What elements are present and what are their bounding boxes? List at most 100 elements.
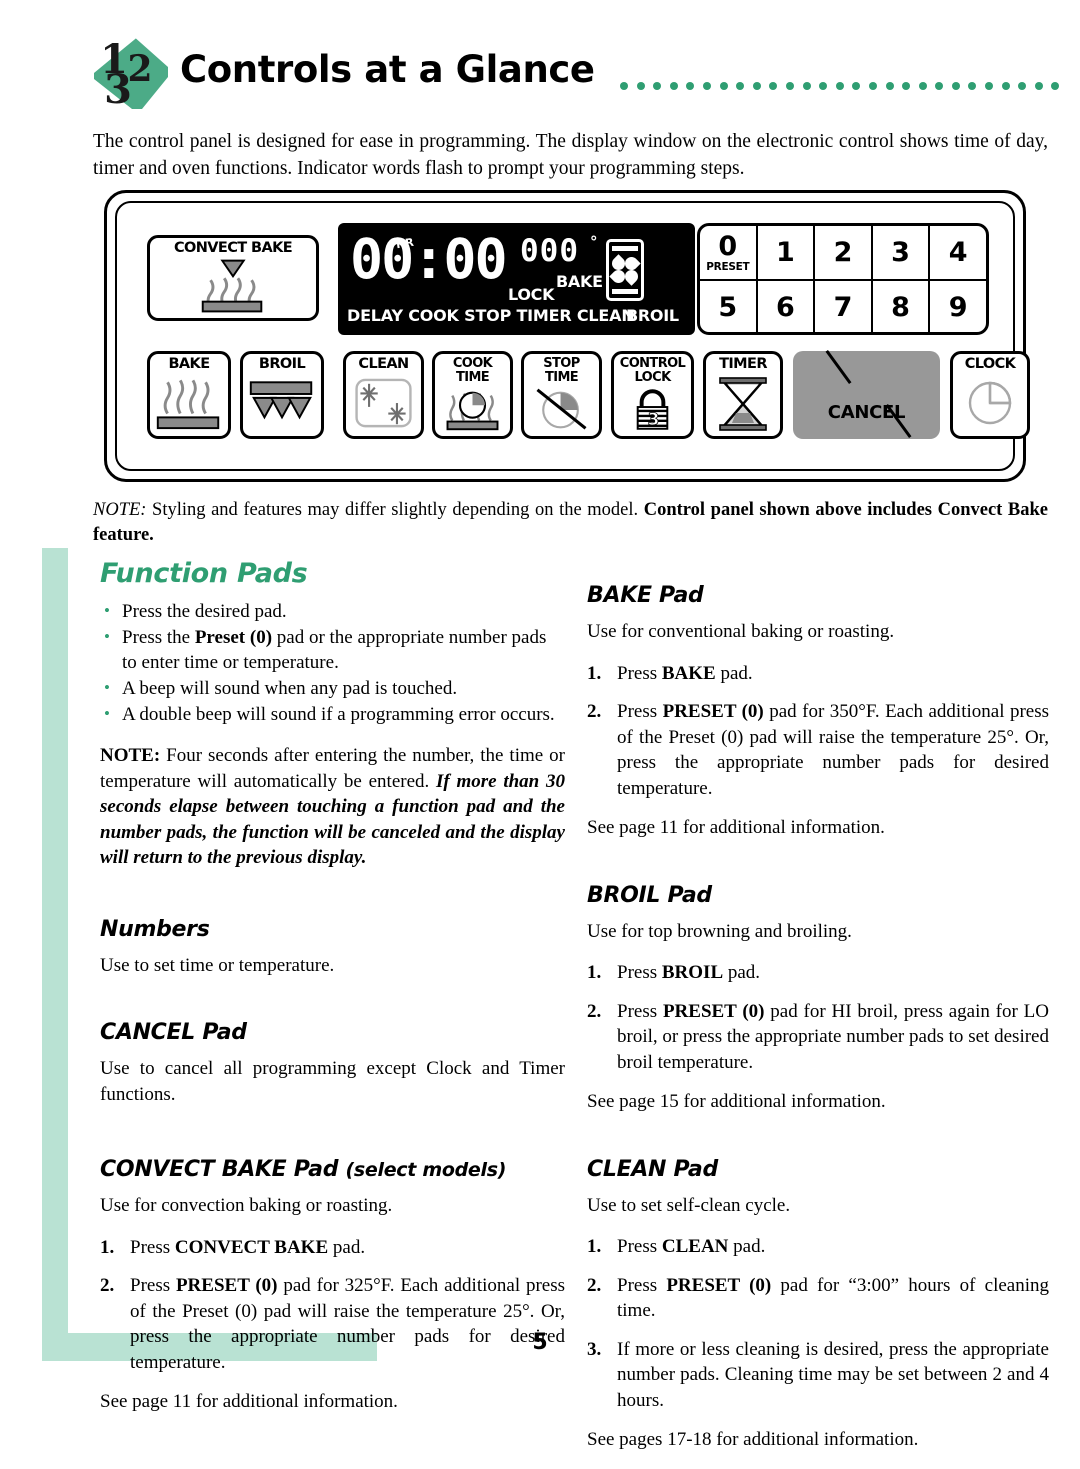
pad-bake[interactable]: BAKE [147, 351, 231, 439]
section-heading-cancel-pad: CANCEL Pad [100, 1020, 247, 1045]
key-5-number: 5 [718, 292, 738, 323]
pad-cook-time-label-line1: COOK [452, 356, 493, 371]
title-dot [1051, 82, 1060, 90]
title-dot [719, 82, 728, 90]
page-title: Controls at a Glance [180, 48, 595, 91]
pad-timer-label: TIMER [719, 356, 767, 372]
cancel-pad-body-text: Use to cancel all programming except Clo… [100, 1058, 565, 1105]
key-9[interactable]: 9 [930, 281, 986, 332]
key-3[interactable]: 3 [873, 226, 931, 279]
key-1-number: 1 [775, 237, 795, 268]
numbers-body-text: Use to set time or temperature. [100, 954, 335, 976]
pad-cancel[interactable]: CANCEL [793, 349, 940, 439]
clean-sparkle-icon [346, 372, 421, 436]
stop-time-crossed-clock-icon [524, 384, 599, 436]
step-number: 1. [587, 662, 602, 684]
control-panel-diagram: CONVECT BAKE 00:00 HR 000 ° LOCK BAKE DE… [104, 190, 1030, 482]
pad-clock[interactable]: CLOCK [950, 351, 1030, 439]
section-heading-bake-pad: BAKE Pad [587, 583, 704, 608]
bake-pad-steps: 1. Press BAKE pad. 2. Press PRESET (0) pad… [587, 661, 1049, 802]
title-dot [985, 82, 994, 90]
key-9-number: 9 [948, 292, 968, 323]
list-item: 2. Press PRESET (0) pad for 325°F. Each a… [100, 1275, 565, 1373]
pad-stop-time-label-line2: TIME [544, 369, 579, 385]
pad-cook-time[interactable]: COOK TIME [432, 351, 513, 439]
title-dot [785, 82, 794, 90]
broil-pad-steps: 1. Press BROIL pad. 2. Press PRESET (0) pa… [587, 960, 1049, 1075]
chapter-number-logo-icon: 1 2 3 [94, 35, 168, 111]
key-4-number: 4 [948, 237, 968, 268]
key-6-number: 6 [775, 292, 795, 323]
pad-convect-bake[interactable]: CONVECT BAKE [147, 235, 319, 321]
function-pads-bullet-list: Press the desired pad. Press the Preset … [100, 598, 565, 727]
convect-bake-heading-main: CONVECT BAKE Pad [100, 1157, 339, 1182]
pad-control-lock-label-line1: CONTROL [619, 356, 686, 371]
key-8-number: 8 [891, 292, 910, 323]
display-window: 00:00 HR 000 ° LOCK BAKE DELAY COOK STOP… [338, 223, 695, 335]
svg-text:3: 3 [104, 66, 132, 111]
section-heading-numbers: Numbers [100, 916, 210, 942]
clean-pad-steps: 1. Press CLEAN pad. 2. Press PRESET (0) pa… [587, 1234, 1049, 1413]
key-7[interactable]: 7 [815, 281, 873, 332]
title-dot [686, 82, 695, 90]
page-number: 5 [532, 1330, 548, 1355]
convect-bake-element-icon [150, 256, 316, 318]
list-item: A double beep will sound if a programmin… [100, 701, 565, 727]
title-dot [1018, 82, 1027, 90]
bake-pad-body-text: Use for conventional baking or roasting. [587, 621, 895, 642]
key-6[interactable]: 6 [758, 281, 816, 332]
title-dot [918, 82, 927, 90]
left-content-column: Function Pads Press the desired pad. Pre… [100, 558, 565, 1431]
key-5[interactable]: 5 [700, 281, 758, 332]
pad-clean[interactable]: CLEAN [343, 351, 424, 439]
clock-icon [953, 372, 1027, 436]
section-heading-broil-pad: BROIL Pad [587, 882, 712, 908]
pad-control-lock[interactable]: CONTROL LOCK 3 [611, 351, 694, 439]
page-header: 1 2 3 Controls at a Glance [0, 0, 1080, 120]
list-item: 2. Press PRESET (0) pad for HI broil, pre… [587, 1000, 1049, 1073]
pad-cook-time-label-line2: TIME [455, 369, 490, 385]
key-1[interactable]: 1 [758, 226, 816, 279]
title-dot [752, 82, 761, 90]
panel-note-label: NOTE: [93, 500, 147, 520]
number-keypad[interactable]: 0 PRESET 1 2 3 4 5 6 7 8 9 [697, 223, 989, 335]
title-dot [935, 82, 944, 90]
title-dot [852, 82, 861, 90]
title-dot [620, 82, 628, 90]
bake-element-icon [150, 372, 228, 437]
pad-bake-label: BAKE [168, 356, 210, 372]
title-dot [669, 82, 678, 90]
title-dot [736, 82, 745, 90]
control-panel-note: NOTE: Styling and features may differ sl… [93, 498, 1048, 548]
section-heading-function-pads: Function Pads [100, 558, 308, 589]
convection-fan-icon [606, 239, 644, 301]
pad-timer[interactable]: TIMER [703, 351, 783, 439]
pad-broil-label: BROIL [258, 356, 306, 372]
pad-control-lock-label-line2: LOCK [634, 369, 671, 385]
pad-broil[interactable]: BROIL [240, 351, 324, 439]
pad-clean-label: CLEAN [358, 356, 409, 372]
display-hr-indicator: HR [395, 235, 415, 252]
key-4[interactable]: 4 [930, 226, 986, 279]
key-0-preset[interactable]: 0 PRESET [700, 226, 758, 279]
clean-pad-body-text: Use to set self-clean cycle. [587, 1194, 791, 1216]
key-3-number: 3 [891, 237, 910, 268]
convect-bake-body-text: Use for convection baking or roasting. [100, 1195, 393, 1216]
broil-pad-see-also: See page 15 for additional information. [587, 1091, 886, 1112]
key-7-number: 7 [833, 292, 853, 323]
step-number: 2. [587, 1000, 602, 1022]
svg-text:3: 3 [648, 409, 660, 429]
title-dot [1034, 82, 1043, 90]
padlock-icon: 3 [614, 384, 691, 436]
hourglass-icon [706, 372, 780, 436]
display-degree-symbol: ° [590, 233, 598, 251]
title-dot [885, 82, 894, 90]
pad-stop-time[interactable]: STOP TIME [521, 351, 602, 439]
list-item: A beep will sound when any pad is touche… [100, 675, 565, 701]
list-item: 2. Press PRESET (0) pad for “3:00” hours … [587, 1274, 1049, 1322]
pad-stop-time-label-line1: STOP [543, 356, 580, 371]
key-8[interactable]: 8 [873, 281, 931, 332]
title-dot [951, 82, 960, 90]
panel-note-regular: Styling and features may differ slightly… [146, 500, 644, 520]
key-2[interactable]: 2 [815, 226, 873, 279]
